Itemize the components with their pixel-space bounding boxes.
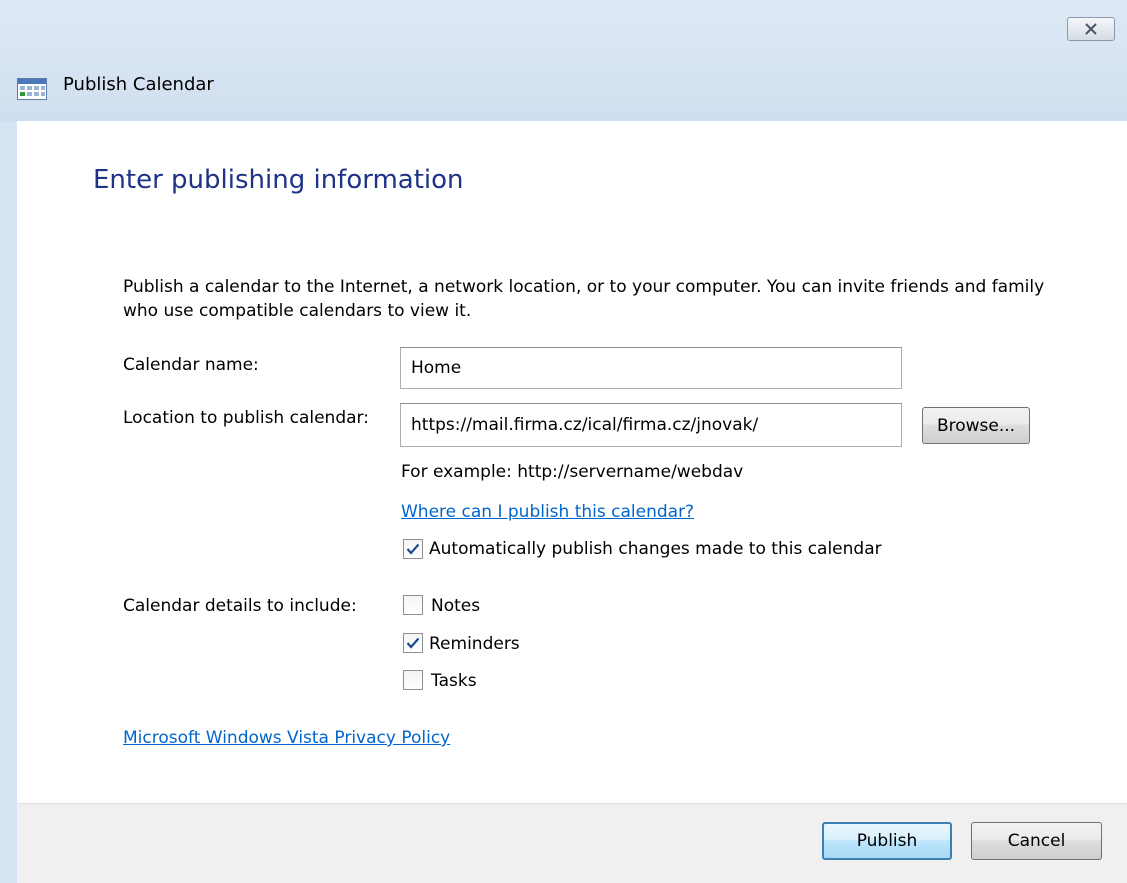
- calendar-name-value: Home: [411, 358, 462, 378]
- cancel-button[interactable]: Cancel: [971, 822, 1102, 860]
- example-text: For example: http://servername/webdav: [401, 462, 744, 482]
- calendar-icon: [17, 78, 47, 100]
- browse-button[interactable]: Browse...: [922, 407, 1030, 444]
- publish-button[interactable]: Publish: [822, 822, 952, 860]
- calendar-name-input[interactable]: Home: [400, 347, 902, 389]
- close-button[interactable]: [1067, 17, 1115, 41]
- auto-publish-checkbox[interactable]: [403, 539, 423, 559]
- checkmark-icon: [406, 637, 420, 649]
- reminders-checkbox[interactable]: [403, 633, 423, 653]
- window-title: Publish Calendar: [63, 74, 214, 95]
- details-label: Calendar details to include:: [123, 596, 357, 616]
- location-input[interactable]: https://mail.firma.cz/ical/firma.cz/jnov…: [400, 403, 902, 447]
- tasks-label: Tasks: [431, 671, 477, 691]
- page-description: Publish a calendar to the Internet, a ne…: [123, 277, 1045, 321]
- auto-publish-label: Automatically publish changes made to th…: [429, 539, 882, 559]
- title-bar: Publish Calendar: [0, 0, 1127, 121]
- notes-checkbox[interactable]: [403, 595, 423, 615]
- checkmark-icon: [406, 543, 420, 555]
- location-label: Location to publish calendar:: [123, 408, 369, 428]
- page-heading: Enter publishing information: [93, 165, 464, 195]
- privacy-policy-link[interactable]: Microsoft Windows Vista Privacy Policy: [123, 728, 450, 748]
- close-icon: [1085, 23, 1097, 35]
- calendar-name-label: Calendar name:: [123, 355, 259, 375]
- reminders-label: Reminders: [429, 634, 520, 654]
- where-publish-link[interactable]: Where can I publish this calendar?: [401, 502, 694, 522]
- notes-label: Notes: [431, 596, 481, 616]
- tasks-checkbox[interactable]: [403, 670, 423, 690]
- dialog-footer: [17, 803, 1127, 883]
- window-frame-left: [0, 121, 17, 883]
- location-value: https://mail.firma.cz/ical/firma.cz/jnov…: [411, 415, 759, 435]
